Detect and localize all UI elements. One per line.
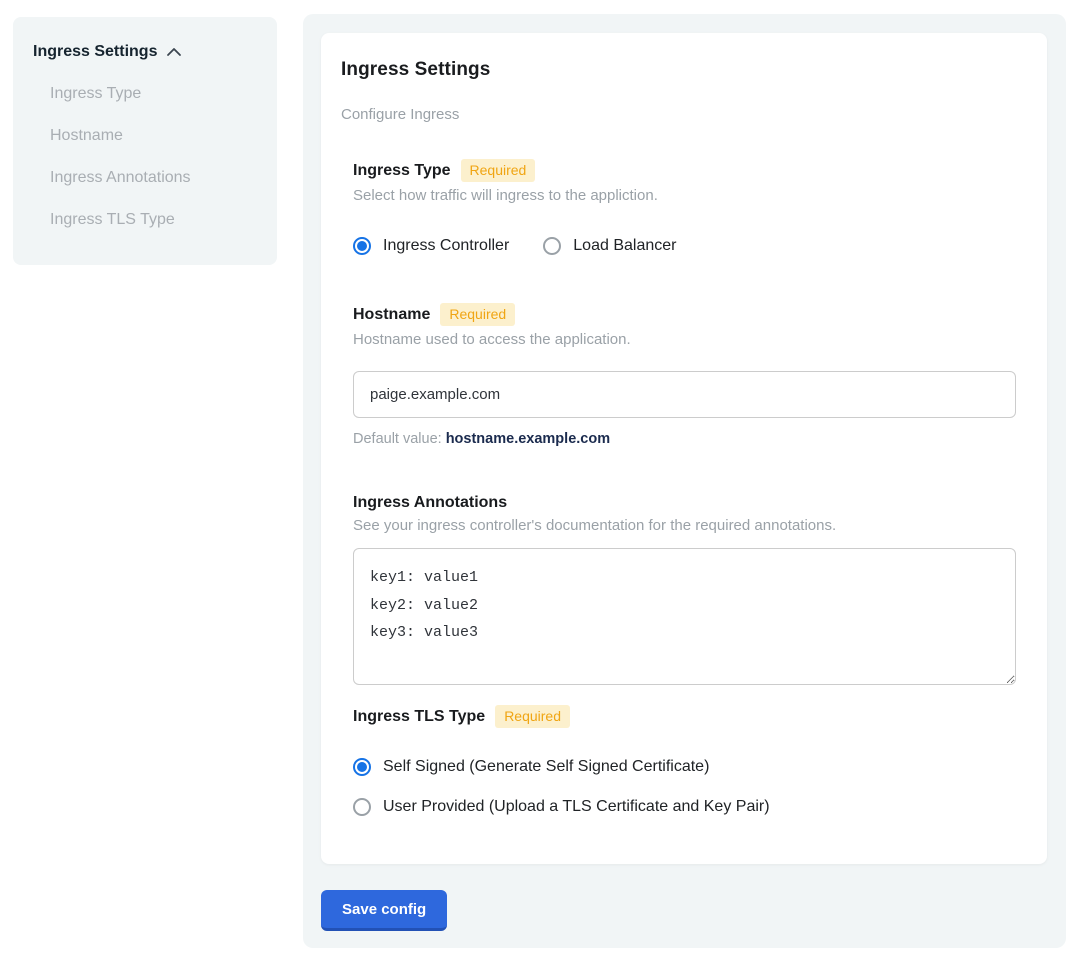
page-subtitle: Configure Ingress [341,106,1015,123]
hostname-default-row: Default value: hostname.example.com [353,431,1015,447]
radio-label: Load Balancer [573,237,676,255]
ingress-type-description: Select how traffic will ingress to the a… [353,187,1015,204]
radio-label: Ingress Controller [383,237,509,255]
settings-main-panel: Ingress Settings Configure Ingress Ingre… [303,14,1066,948]
radio-load-balancer[interactable]: Load Balancer [543,237,676,255]
ingress-annotations-label: Ingress Annotations [353,494,507,512]
required-badge: Required [440,303,515,326]
sidebar-item-ingress-type[interactable]: Ingress Type [50,85,257,103]
section-ingress-annotations: Ingress Annotations See your ingress con… [353,494,1015,685]
ingress-settings-card: Ingress Settings Configure Ingress Ingre… [321,33,1047,864]
radio-label: User Provided (Upload a TLS Certificate … [383,798,770,816]
hostname-input[interactable] [353,371,1016,418]
ingress-annotations-textarea[interactable]: key1: value1 key2: value2 key3: value3 [353,548,1016,685]
hostname-description: Hostname used to access the application. [353,331,1015,348]
settings-sidebar: Ingress Settings Ingress Type Hostname I… [13,17,277,265]
required-badge: Required [495,705,570,728]
radio-user-provided[interactable]: User Provided (Upload a TLS Certificate … [353,798,1015,816]
required-badge: Required [461,159,536,182]
radio-label: Self Signed (Generate Self Signed Certif… [383,758,709,776]
page-title: Ingress Settings [341,59,1015,81]
save-config-button[interactable]: Save config [321,890,447,931]
hostname-label: Hostname [353,306,430,324]
radio-self-signed[interactable]: Self Signed (Generate Self Signed Certif… [353,758,1015,776]
ingress-tls-type-label: Ingress TLS Type [353,708,485,726]
section-ingress-type: Ingress Type Required Select how traffic… [353,159,1015,255]
sidebar-item-ingress-tls-type[interactable]: Ingress TLS Type [50,211,257,229]
sidebar-header-label: Ingress Settings [33,43,157,61]
default-value-prefix: Default value: [353,431,446,447]
ingress-annotations-description: See your ingress controller's documentat… [353,517,1015,534]
radio-button-icon[interactable] [353,798,371,816]
sidebar-item-ingress-annotations[interactable]: Ingress Annotations [50,169,257,187]
radio-button-icon[interactable] [353,237,371,255]
radio-button-icon[interactable] [353,758,371,776]
radio-ingress-controller[interactable]: Ingress Controller [353,237,509,255]
sidebar-header-ingress-settings[interactable]: Ingress Settings [33,43,257,61]
chevron-up-icon [166,47,182,57]
section-hostname: Hostname Required Hostname used to acces… [353,303,1015,447]
radio-button-icon[interactable] [543,237,561,255]
sidebar-item-hostname[interactable]: Hostname [50,127,257,145]
default-value: hostname.example.com [446,431,610,447]
ingress-type-label: Ingress Type [353,162,451,180]
section-ingress-tls-type: Ingress TLS Type Required Self Signed (G… [353,705,1015,816]
